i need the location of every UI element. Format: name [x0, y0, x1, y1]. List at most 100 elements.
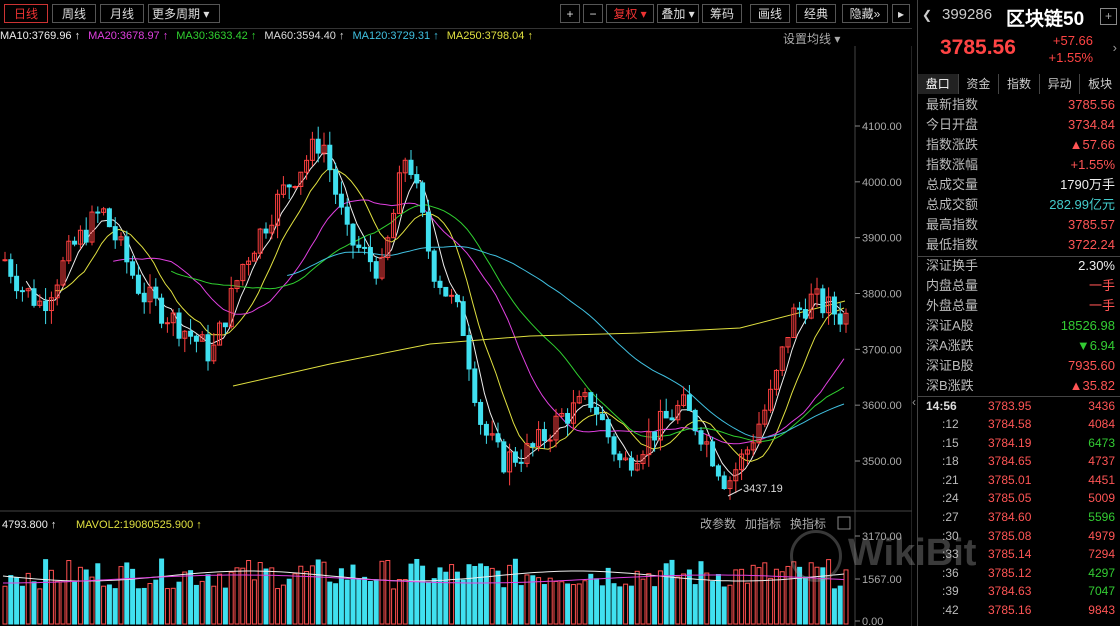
volume-bar — [280, 584, 286, 625]
period-week-tab[interactable]: 周线 — [52, 4, 96, 23]
tick-time: :39 — [942, 584, 959, 599]
stock-code: 399286 — [942, 6, 993, 23]
volume-bar — [234, 567, 240, 625]
quote-row: 最低指数 3722.24 — [918, 235, 1120, 255]
volume-bar — [31, 581, 37, 625]
volume-tool-button[interactable]: 改参数 — [700, 516, 736, 531]
candle-body — [449, 294, 455, 297]
zoom-in-button[interactable]: + — [560, 4, 580, 23]
volume-bar — [350, 564, 356, 625]
candle-body — [466, 335, 472, 370]
volume-bar — [663, 563, 669, 625]
add-watchlist-icon[interactable]: + — [1100, 8, 1117, 25]
volume-bar — [60, 581, 66, 625]
overlay-dropdown[interactable]: 叠加 ▾ — [657, 4, 699, 23]
volume-bar — [66, 560, 72, 625]
quote-label: 内盘总量 — [926, 278, 979, 293]
tick-row: :27 3784.60 5596 — [918, 509, 1120, 525]
volume-bar — [536, 577, 542, 625]
quote-label: 深A涨跌 — [926, 338, 974, 353]
tick-volume: 4297 — [1088, 565, 1115, 580]
collapse-handle-icon[interactable]: ‹ — [912, 395, 916, 409]
candle-body — [611, 436, 617, 455]
quote-tab[interactable]: 板块 — [1080, 74, 1120, 94]
more-periods-dropdown[interactable]: 更多周期 ▾ — [148, 4, 220, 23]
quote-tab[interactable]: 盘口 — [918, 74, 959, 94]
draw-line-button[interactable]: 画线 — [750, 4, 790, 23]
tick-time: :15 — [942, 435, 959, 450]
expand-icon[interactable]: ▸ — [892, 4, 910, 23]
volume-bar — [472, 565, 478, 625]
volume-bar — [478, 563, 484, 625]
classic-button[interactable]: 经典 — [796, 4, 836, 23]
volume-bar — [553, 580, 559, 625]
volume-legend-item: 4793.800 ↑ — [2, 519, 56, 531]
quote-tab[interactable]: 指数 — [999, 74, 1040, 94]
tick-time: :42 — [942, 603, 959, 617]
ma-settings-button[interactable]: 设置均线 ▾ — [783, 30, 840, 47]
period-day-tab[interactable]: 日线 — [4, 4, 48, 23]
quote-label: 深证A股 — [926, 318, 974, 333]
candle-body — [141, 292, 147, 303]
quote-tab[interactable]: 异动 — [1040, 74, 1081, 94]
volume-bar — [176, 581, 182, 625]
chips-button[interactable]: 筹码 — [702, 4, 742, 23]
candle-body — [31, 288, 37, 306]
adjust-dropdown[interactable]: 复权 ▾ — [606, 4, 654, 23]
tick-price: 3783.95 — [988, 399, 1032, 413]
volume-bar — [19, 585, 25, 625]
volume-bar — [48, 569, 54, 625]
volume-bar — [2, 585, 8, 625]
back-icon[interactable]: ❮ — [922, 8, 932, 22]
volume-bar — [652, 586, 658, 625]
quote-value: 18526.98 — [1060, 318, 1115, 333]
hide-button[interactable]: 隐藏» — [842, 4, 888, 23]
volume-tick-label: 0.00 — [862, 616, 883, 626]
volume-bar — [112, 588, 118, 625]
period-month-tab[interactable]: 月线 — [100, 4, 144, 23]
tick-time: :27 — [942, 510, 959, 524]
candle-body — [367, 247, 373, 263]
candle-body — [338, 193, 344, 208]
volume-bar — [362, 576, 368, 625]
divider — [918, 396, 1120, 397]
tick-time: :18 — [942, 454, 959, 469]
chart-toolbar: 日线 周线 月线 更多周期 ▾ + − 复权 ▾ 叠加 ▾ 筹码 画线 经典 隐… — [0, 0, 912, 29]
volume-bar — [205, 574, 211, 625]
volume-bar — [246, 560, 252, 625]
tick-row: :39 3784.63 7047 — [918, 583, 1120, 599]
volume-bar — [623, 583, 629, 625]
candle-body — [205, 334, 211, 362]
candle-body — [222, 322, 228, 328]
kline-chart[interactable]: 4100.00 4000.00 3900.00 3800.00 3700.00 3600.… — [0, 46, 912, 626]
volume-bar — [286, 578, 292, 625]
volume-tool-button[interactable]: 换指标 — [790, 516, 826, 531]
volume-bar — [408, 563, 414, 625]
candle-body — [454, 294, 460, 303]
quote-value: 282.99亿元 — [1049, 197, 1115, 212]
candle-body — [333, 169, 339, 195]
zoom-out-button[interactable]: − — [583, 4, 603, 23]
volume-bar — [715, 574, 721, 625]
price-tick-label: 4000.00 — [862, 177, 902, 189]
tick-volume: 4737 — [1088, 454, 1115, 469]
volume-bar — [594, 578, 600, 625]
ma-legend: MA10:3769.96 ↑ MA20:3678.97 ↑ MA30:3633.42… — [0, 30, 845, 46]
volume-tool-button[interactable]: 加指标 — [745, 516, 781, 531]
quote-tab[interactable]: 资金 — [959, 74, 1000, 94]
quote-value: ▲35.82 — [1069, 378, 1115, 393]
candle-body — [588, 392, 594, 408]
price-tick-label: 3700.00 — [862, 344, 902, 356]
watermark-logo-icon — [790, 530, 842, 582]
volume-bar — [164, 588, 170, 625]
candle-body — [414, 174, 420, 184]
tick-volume: 7047 — [1088, 584, 1115, 599]
chevron-right-icon[interactable]: › — [1113, 40, 1117, 55]
quote-label: 最新指数 — [926, 97, 979, 112]
volume-bar — [269, 567, 275, 625]
volume-bar — [640, 578, 646, 625]
tick-volume: 5009 — [1088, 491, 1115, 506]
volume-bar — [228, 571, 234, 625]
candle-body — [2, 259, 8, 262]
tick-price: 3785.05 — [988, 491, 1032, 506]
